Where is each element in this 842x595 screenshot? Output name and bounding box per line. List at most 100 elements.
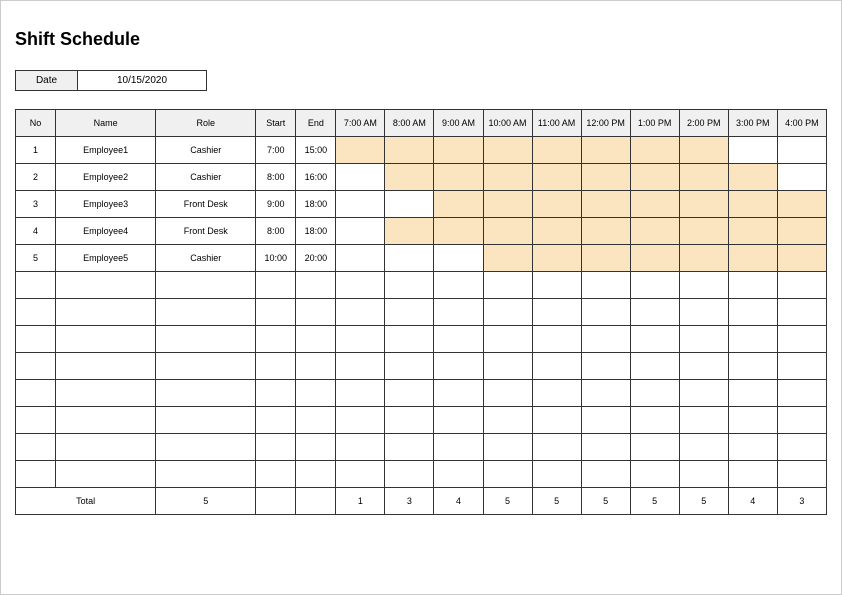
totals-label: Total [16, 488, 156, 515]
totals-start-blank [256, 488, 296, 515]
cell-role: Front Desk [156, 218, 256, 245]
table-row-empty [16, 272, 827, 299]
cell-end: 18:00 [296, 218, 336, 245]
empty-cell [256, 299, 296, 326]
empty-cell [728, 299, 777, 326]
empty-cell [483, 380, 532, 407]
date-label: Date [16, 71, 78, 90]
col-end: End [296, 110, 336, 137]
empty-cell [336, 461, 385, 488]
cell-end: 15:00 [296, 137, 336, 164]
empty-cell [728, 461, 777, 488]
shift-cell [336, 218, 385, 245]
totals-count: 5 [156, 488, 256, 515]
shift-cell [728, 191, 777, 218]
empty-cell [679, 299, 728, 326]
col-hour: 8:00 AM [385, 110, 434, 137]
empty-cell [434, 299, 483, 326]
empty-cell [777, 407, 826, 434]
empty-cell [256, 326, 296, 353]
shift-cell [483, 245, 532, 272]
cell-start: 8:00 [256, 218, 296, 245]
empty-cell [16, 434, 56, 461]
totals-end-blank [296, 488, 336, 515]
empty-cell [296, 299, 336, 326]
shift-cell [777, 245, 826, 272]
shift-cell [336, 245, 385, 272]
empty-cell [434, 407, 483, 434]
col-hour: 3:00 PM [728, 110, 777, 137]
empty-cell [630, 353, 679, 380]
header-row: No Name Role Start End 7:00 AM8:00 AM9:0… [16, 110, 827, 137]
table-row-empty [16, 434, 827, 461]
cell-no: 4 [16, 218, 56, 245]
empty-cell [385, 380, 434, 407]
shift-cell [532, 191, 581, 218]
empty-cell [56, 407, 156, 434]
empty-cell [296, 326, 336, 353]
empty-cell [16, 461, 56, 488]
col-hour: 1:00 PM [630, 110, 679, 137]
empty-cell [728, 407, 777, 434]
shift-cell [581, 164, 630, 191]
cell-no: 5 [16, 245, 56, 272]
totals-hour: 3 [385, 488, 434, 515]
empty-cell [385, 434, 434, 461]
empty-cell [483, 407, 532, 434]
empty-cell [56, 353, 156, 380]
empty-cell [16, 353, 56, 380]
totals-hour: 4 [728, 488, 777, 515]
empty-cell [532, 353, 581, 380]
shift-cell [385, 191, 434, 218]
empty-cell [679, 407, 728, 434]
empty-cell [483, 353, 532, 380]
empty-cell [256, 434, 296, 461]
shift-cell [336, 164, 385, 191]
totals-hour: 4 [434, 488, 483, 515]
empty-cell [385, 353, 434, 380]
empty-cell [679, 380, 728, 407]
empty-cell [16, 326, 56, 353]
cell-name: Employee3 [56, 191, 156, 218]
col-hour: 2:00 PM [679, 110, 728, 137]
empty-cell [777, 272, 826, 299]
shift-cell [483, 164, 532, 191]
table-row: 2Employee2Cashier8:0016:00 [16, 164, 827, 191]
empty-cell [296, 380, 336, 407]
shift-cell [483, 137, 532, 164]
empty-cell [256, 461, 296, 488]
shift-cell [630, 191, 679, 218]
empty-cell [296, 461, 336, 488]
empty-cell [336, 272, 385, 299]
shift-cell [581, 191, 630, 218]
shift-cell [434, 164, 483, 191]
empty-cell [581, 299, 630, 326]
empty-cell [532, 434, 581, 461]
shift-cell [630, 245, 679, 272]
shift-cell [385, 164, 434, 191]
shift-cell [336, 137, 385, 164]
empty-cell [728, 434, 777, 461]
empty-cell [336, 326, 385, 353]
empty-cell [16, 380, 56, 407]
empty-cell [336, 407, 385, 434]
totals-hour: 1 [336, 488, 385, 515]
empty-cell [679, 326, 728, 353]
shift-cell [336, 191, 385, 218]
cell-role: Front Desk [156, 191, 256, 218]
shift-cell [679, 245, 728, 272]
empty-cell [483, 299, 532, 326]
shift-cell [434, 191, 483, 218]
totals-hour: 3 [777, 488, 826, 515]
shift-cell [532, 218, 581, 245]
shift-cell [532, 245, 581, 272]
empty-cell [777, 326, 826, 353]
cell-end: 18:00 [296, 191, 336, 218]
empty-cell [581, 353, 630, 380]
empty-cell [630, 299, 679, 326]
empty-cell [630, 434, 679, 461]
empty-cell [630, 461, 679, 488]
empty-cell [256, 353, 296, 380]
totals-hour: 5 [630, 488, 679, 515]
shift-cell [728, 245, 777, 272]
